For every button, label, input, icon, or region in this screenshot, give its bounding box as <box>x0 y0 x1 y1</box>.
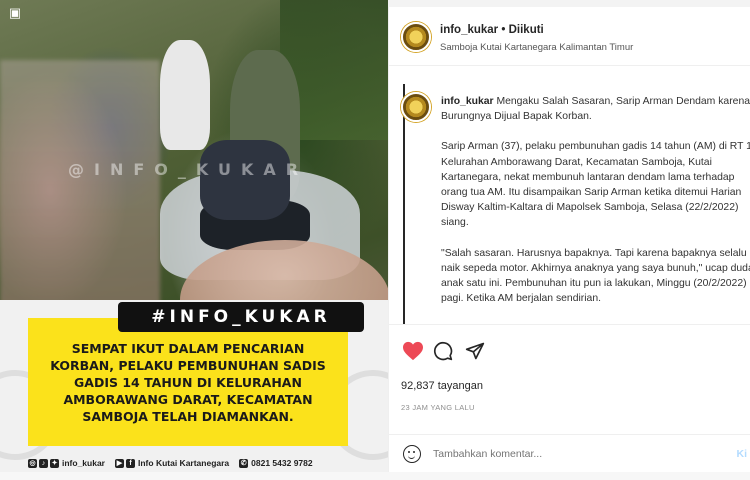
instagram-icon: ◎ <box>28 458 37 468</box>
top-edge <box>388 0 750 7</box>
caption-text: info_kukar Mengaku Salah Sasaran, Sarip … <box>441 94 750 321</box>
post-comment-button[interactable]: Ki <box>737 448 748 460</box>
hashtag-banner: #INFO_KUKAR <box>118 302 364 332</box>
paper-plane-icon <box>465 342 485 360</box>
post-actions: 92,837 tayangan 23 JAM YANG LALU <box>389 324 750 434</box>
share-button[interactable] <box>463 339 487 363</box>
post-time[interactable]: 23 JAM YANG LALU <box>401 403 475 412</box>
bottom-strip <box>0 472 750 480</box>
screenshot-frame: @INFO_KUKAR ▣ SEMPAT IKUT DALAM PENCARIA… <box>0 0 750 480</box>
facebook-icon: f <box>126 458 135 468</box>
social-bar: ◎ ♪ ✦ info_kukar ▶ f Info Kutai Kartaneg… <box>0 452 388 474</box>
caption-paragraph-2: Sarip Arman (37), pelaku pembunuhan gadi… <box>441 141 750 229</box>
headline-text: SEMPAT IKUT DALAM PENCARIAN KORBAN, PELA… <box>50 340 326 424</box>
caption-first-paragraph: info_kukar Mengaku Salah Sasaran, Sarip … <box>441 94 750 124</box>
comment-input[interactable] <box>433 447 703 460</box>
comment-icon <box>433 341 453 361</box>
follow-status[interactable]: Diikuti <box>509 24 544 36</box>
header-username-row: info_kukar • Diikuti <box>440 24 544 36</box>
social-page: ▶ f Info Kutai Kartanegara <box>115 458 229 468</box>
caption-scroll-indicator <box>403 84 405 324</box>
caption-area[interactable]: info_kukar Mengaku Salah Sasaran, Sarip … <box>389 66 750 324</box>
caption-username[interactable]: info_kukar <box>441 96 494 107</box>
tiktok-icon: ♪ <box>39 458 48 468</box>
page-icons: ▶ f <box>115 458 135 468</box>
blurred-victim-area <box>0 60 160 340</box>
social-phone-text: 0821 5432 9782 <box>251 458 313 468</box>
like-button[interactable] <box>401 339 425 363</box>
social-handle: ◎ ♪ ✦ info_kukar <box>28 458 105 468</box>
comment-bar: Ki <box>389 434 750 472</box>
social-phone: ✆ 0821 5432 9782 <box>239 458 313 468</box>
header-separator: • <box>501 24 506 36</box>
emoji-icon[interactable] <box>403 444 421 463</box>
header-location[interactable]: Samboja Kutai Kartanegara Kalimantan Tim… <box>440 42 633 53</box>
media-icon: ▣ <box>8 5 22 20</box>
twitter-icon: ✦ <box>50 458 59 468</box>
image-watermark: @INFO_KUKAR <box>68 160 309 179</box>
social-page-text: Info Kutai Kartanegara <box>138 458 230 468</box>
comment-button[interactable] <box>431 339 455 363</box>
post-header: info_kukar • Diikuti Samboja Kutai Karta… <box>389 0 750 66</box>
post-image[interactable]: @INFO_KUKAR ▣ SEMPAT IKUT DALAM PENCARIA… <box>0 0 388 480</box>
social-handle-text: info_kukar <box>62 458 105 468</box>
heart-icon <box>403 341 423 361</box>
social-icons: ◎ ♪ ✦ <box>28 458 59 468</box>
photo-bystander <box>160 40 210 150</box>
whatsapp-icon: ✆ <box>239 458 249 468</box>
caption-paragraph-3: "Salah sasaran. Harusnya bapaknya. Tapi … <box>441 247 750 305</box>
view-count[interactable]: 92,837 tayangan <box>401 380 483 392</box>
photo-suspect <box>200 140 290 220</box>
headline-box: SEMPAT IKUT DALAM PENCARIAN KORBAN, PELA… <box>28 318 348 446</box>
caption-avatar[interactable] <box>401 92 431 122</box>
post-panel: info_kukar • Diikuti Samboja Kutai Karta… <box>388 0 750 480</box>
header-avatar[interactable] <box>401 22 431 52</box>
header-username[interactable]: info_kukar <box>440 24 498 36</box>
youtube-icon: ▶ <box>115 458 124 468</box>
